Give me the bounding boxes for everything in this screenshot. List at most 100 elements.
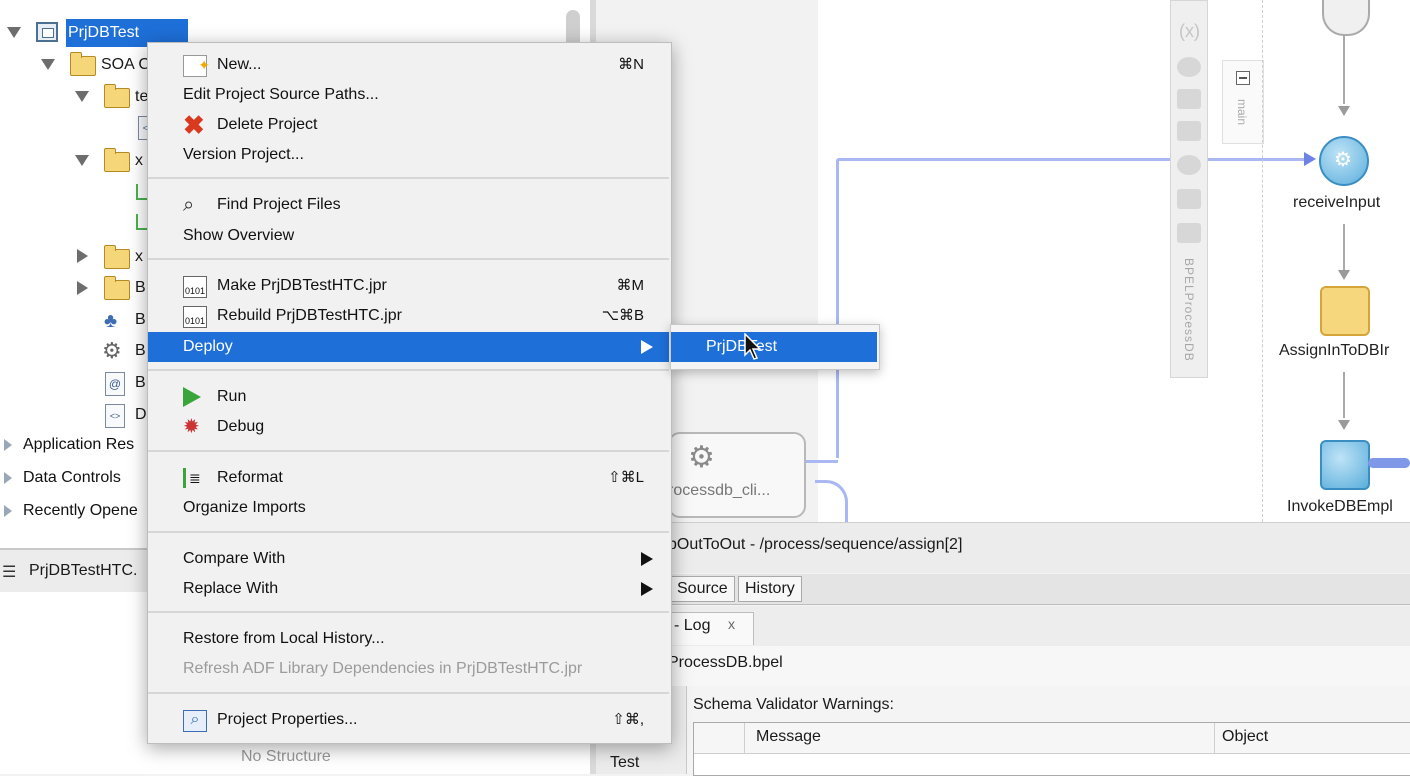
panel-expand-icon[interactable] (4, 505, 12, 517)
column-header-object[interactable]: Object (1222, 728, 1268, 746)
flow-line (1343, 224, 1345, 270)
folder-icon (104, 276, 130, 300)
gear-icon: ⚙ (688, 441, 715, 474)
menu-separator (148, 611, 669, 613)
log-tab-label: - Log (674, 617, 711, 634)
menu-item-reformat[interactable]: ≣ Reformat ⇧⌘L (148, 463, 669, 493)
activity-label-invoke: InvokeDBEmpl (1287, 498, 1393, 515)
scope-border (1262, 0, 1264, 522)
menu-label: Debug (217, 418, 265, 435)
assign-activity-icon[interactable] (1320, 286, 1370, 336)
menu-item-restore-local-history[interactable]: Restore from Local History... (148, 624, 669, 654)
menu-item-debug[interactable]: ✹ Debug (148, 412, 669, 442)
panel-application-resources[interactable]: Application Res (23, 436, 134, 454)
activity-label-assign: AssignInToDBIr (1279, 342, 1390, 359)
collapsed-folder-icon[interactable] (77, 281, 88, 295)
tab-source[interactable]: Source (670, 576, 735, 602)
item-b3-label: B (135, 374, 146, 391)
wire-line (838, 158, 1312, 161)
submenu-arrow-icon (641, 340, 653, 354)
item-b2-label: B (135, 342, 146, 359)
menu-item-version-project[interactable]: Version Project... (148, 140, 669, 170)
tree-item-b1[interactable]: B (135, 306, 146, 334)
menu-item-rebuild[interactable]: 0101 Rebuild PrjDBTestHTC.jpr ⌥⌘B (148, 301, 669, 331)
menu-item-replace-with[interactable]: Replace With (148, 574, 669, 604)
palette-shape-icon[interactable] (1177, 155, 1201, 175)
palette-shape-icon[interactable] (1177, 189, 1201, 209)
tree-item-folder-x2[interactable]: x (135, 243, 143, 271)
project-label: PrjDBTest (68, 24, 140, 41)
panel-data-controls[interactable]: Data Controls (23, 469, 121, 487)
close-icon[interactable]: x (728, 616, 735, 632)
rebuild-icon: 0101 (183, 306, 207, 328)
menu-label: New... (217, 56, 262, 73)
submenu-arrow-icon (641, 552, 653, 566)
menu-item-organize-imports[interactable]: Organize Imports (148, 493, 669, 523)
collapsed-folder-icon[interactable] (77, 249, 88, 263)
menu-item-delete-project[interactable]: ✖ Delete Project (148, 110, 669, 140)
menu-shortcut: ⇧⌘, (612, 711, 644, 728)
tree-item-folder-b[interactable]: B (135, 274, 146, 302)
delete-x-icon: ✖ (183, 110, 205, 140)
menu-item-make[interactable]: 0101 Make PrjDBTestHTC.jpr ⌘M (148, 271, 669, 301)
menu-item-run[interactable]: Run (148, 382, 669, 412)
service-label: rocessdb_cli... (668, 482, 771, 499)
mouse-cursor-icon (744, 333, 762, 360)
menu-item-find-project-files[interactable]: ⌕ Find Project Files (148, 190, 669, 220)
expand-project-icon[interactable] (7, 27, 21, 38)
structure-tab[interactable]: ☰ PrjDBTestHTC. (0, 550, 150, 593)
menu-label: Show Overview (183, 227, 295, 244)
menu-label: Run (217, 388, 247, 405)
tree-item-folder-x1[interactable]: x (135, 147, 143, 175)
menu-separator (148, 692, 669, 694)
expand-soa-icon[interactable] (41, 59, 55, 70)
gear-config-icon: ⚙ (102, 338, 122, 363)
tab-history[interactable]: History (738, 576, 802, 602)
folder-icon (104, 245, 130, 269)
menu-separator (148, 177, 669, 179)
menu-shortcut: ⌥⌘B (601, 307, 644, 324)
column-divider[interactable] (1214, 723, 1215, 753)
menu-item-edit-source-paths[interactable]: Edit Project Source Paths... (148, 80, 669, 110)
menu-item-new[interactable]: ✦ New... ⌘N (148, 50, 669, 80)
menu-item-compare-with[interactable]: Compare With (148, 544, 669, 574)
menu-item-show-overview[interactable]: Show Overview (148, 221, 669, 251)
expand-folder-icon[interactable] (75, 91, 89, 102)
expand-folder-icon[interactable] (75, 155, 89, 166)
column-divider[interactable] (744, 723, 745, 753)
main-scope-box[interactable]: main (1222, 60, 1264, 144)
palette-shape-icon[interactable] (1177, 223, 1201, 243)
column-header-message[interactable]: Message (756, 728, 821, 746)
structure-list-icon: ☰ (2, 564, 17, 581)
wire-line (804, 460, 838, 463)
wire-line (836, 158, 839, 458)
panel-expand-icon[interactable] (4, 439, 12, 451)
log-file-label: ProcessDB.bpel (668, 654, 783, 671)
invoke-activity-icon[interactable] (1320, 440, 1370, 490)
menu-shortcut: ⌘M (616, 277, 645, 294)
folder-icon (104, 84, 130, 108)
submenu-label: PrjDBTest (706, 338, 778, 355)
tree-item-d[interactable]: D (135, 401, 147, 429)
menu-item-project-properties[interactable]: ⌕ Project Properties... ⇧⌘, (148, 705, 669, 735)
collapse-icon[interactable] (1236, 71, 1250, 85)
submenu-item-deploy-profile[interactable]: PrjDBTest (671, 332, 877, 362)
menu-item-deploy[interactable]: Deploy (148, 332, 669, 362)
menu-shortcut: ⌘N (618, 56, 644, 73)
menu-label: Project Properties... (217, 711, 358, 728)
menu-separator (148, 258, 669, 260)
palette-shape-icon[interactable] (1177, 57, 1201, 77)
tree-item-soa-content[interactable]: SOA C (101, 51, 150, 79)
tree-item-b3[interactable]: B (135, 369, 146, 397)
panel-recently-opened[interactable]: Recently Opene (23, 502, 138, 520)
bpel-process-text: BPELProcessDB (1182, 258, 1196, 362)
folder-icon (104, 148, 130, 172)
soa-content-label: SOA C (101, 56, 150, 73)
palette-shape-icon[interactable] (1177, 89, 1201, 109)
panel-expand-icon[interactable] (4, 472, 12, 484)
palette-shape-icon[interactable] (1177, 121, 1201, 141)
receive-activity-icon[interactable] (1319, 136, 1369, 186)
folder-x2-label: x (135, 248, 143, 265)
tree-item-b2[interactable]: B (135, 337, 146, 365)
folder-b-label: B (135, 279, 146, 296)
